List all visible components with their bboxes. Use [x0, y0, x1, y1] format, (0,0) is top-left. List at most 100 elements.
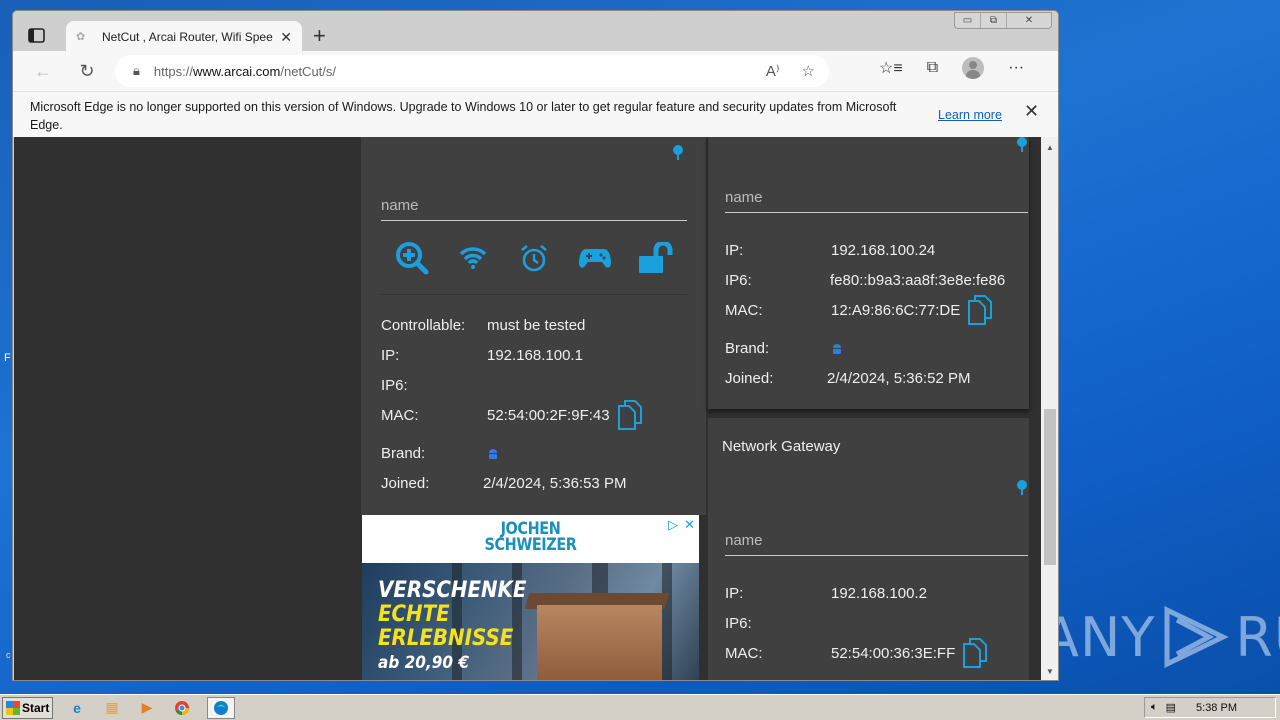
field-value: fe80::b9a3:aa8f:3e8e:fe86	[830, 272, 1006, 289]
pin-icon[interactable]	[673, 145, 683, 161]
more-menu-icon[interactable]: ···	[1008, 59, 1024, 77]
page-scrollbar[interactable]: ▲ ▼	[1041, 137, 1058, 680]
gamepad-icon[interactable]	[576, 241, 614, 275]
field-label: Controllable:	[381, 317, 466, 334]
field-ip6: IP6:	[725, 615, 831, 632]
field-value: must be tested	[487, 317, 586, 334]
device-name-input[interactable]: name	[381, 197, 687, 221]
field-label: MAC:	[381, 406, 419, 424]
field-value: 192.168.100.1	[487, 347, 583, 364]
field-mac: MAC: 12:A9:86:6C:77:DE	[725, 294, 996, 326]
lock-icon: 🔒︎	[133, 63, 140, 78]
scroll-up-arrow[interactable]: ▲	[1041, 139, 1058, 155]
android-icon	[489, 448, 497, 459]
field-ip6: IP6:	[381, 377, 487, 394]
add-favorite-icon[interactable]: ☆	[802, 62, 815, 80]
watermark-text-right: RUN	[1235, 605, 1280, 669]
edge-icon[interactable]	[207, 696, 235, 719]
field-label: Joined:	[725, 370, 774, 387]
scroll-down-arrow[interactable]: ▼	[1041, 663, 1058, 679]
network-icon[interactable]: ▤	[1166, 701, 1176, 714]
adchoices-icon[interactable]: ▷	[668, 517, 678, 533]
device-name-input[interactable]: name	[725, 189, 1028, 213]
close-tab-icon[interactable]: ✕	[280, 29, 292, 46]
scroll-thumb[interactable]	[1044, 409, 1056, 565]
zoom-in-icon[interactable]	[393, 241, 431, 275]
field-ip: IP: 192.168.100.2	[725, 585, 927, 602]
field-label: MAC:	[725, 644, 763, 662]
field-label: IP:	[725, 585, 744, 602]
unsupported-infobar: Microsoft Edge is no longer supported on…	[13, 91, 1058, 137]
pin-icon[interactable]	[1017, 137, 1027, 153]
clock[interactable]: 5:38 PM	[1196, 702, 1237, 714]
favorites-icon[interactable]: ☆≡	[879, 58, 903, 78]
ad-logo: JOCHEN SCHWEIZER	[484, 519, 577, 555]
copy-icon[interactable]	[961, 637, 991, 669]
field-value: 192.168.100.24	[831, 242, 936, 259]
copy-icon[interactable]	[616, 399, 646, 431]
ad-close-icon[interactable]: ✕	[684, 517, 695, 533]
device-card: name Controllable: must be tested IP: 192.…	[361, 137, 706, 515]
field-label: IP6:	[725, 615, 752, 632]
arcai-favicon-icon: ✿	[76, 31, 86, 43]
device-name-input[interactable]: name	[725, 532, 1028, 556]
field-mac: MAC: 52:54:00:2F:9F:43	[381, 399, 646, 431]
refresh-button[interactable]: ↻	[73, 57, 101, 85]
volume-icon[interactable]: 🔈︎	[1151, 701, 1158, 714]
field-value: 2/4/2024, 5:36:52 PM	[827, 370, 971, 387]
field-label: Brand:	[381, 445, 426, 462]
start-button[interactable]: Start	[2, 696, 53, 719]
profile-avatar[interactable]	[962, 57, 985, 79]
infobar-message: Microsoft Edge is no longer supported on…	[30, 100, 897, 132]
field-label: Brand:	[725, 340, 770, 357]
field-ip: IP: 192.168.100.1	[381, 347, 583, 364]
unlock-icon[interactable]	[637, 241, 675, 275]
field-label: IP:	[725, 242, 744, 259]
address-bar[interactable]: 🔒︎ https://www.arcai.com/netCut/s/ A⁾ ☆	[115, 55, 829, 87]
media-player-icon[interactable]: ▶	[137, 698, 157, 718]
chrome-icon[interactable]	[172, 698, 192, 718]
desktop-icon-label: c	[6, 650, 11, 660]
system-tray: 🔈︎ ▤ 5:38 PM	[1144, 697, 1276, 718]
field-label: MAC:	[725, 301, 763, 319]
file-explorer-icon[interactable]: ▦	[102, 698, 122, 718]
back-button[interactable]: ←	[29, 57, 57, 85]
collections-icon[interactable]: ⧉	[927, 59, 938, 77]
browser-toolbar: ← ↻ 🔒︎ https://www.arcai.com/netCut/s/ A…	[13, 51, 1058, 91]
advertisement[interactable]: JOCHEN SCHWEIZER ▷ ✕ VERSCHENKE ECHTE ERLE…	[362, 515, 699, 680]
field-value: 192.168.100.2	[831, 585, 927, 602]
taskbar: Start e ▦ ▶ 🔈︎ ▤ 5:38 PM	[0, 694, 1280, 720]
field-value: 52:54:00:2F:9F:43	[487, 406, 610, 424]
pin-icon[interactable]	[1017, 480, 1027, 496]
infobar-close-icon[interactable]: ✕	[1024, 102, 1039, 120]
new-tab-button[interactable]: +	[313, 23, 326, 49]
field-brand: Brand:	[725, 340, 843, 357]
url-host: www.arcai.com	[192, 63, 281, 79]
internet-explorer-icon[interactable]: e	[67, 698, 87, 718]
start-label: Start	[22, 700, 50, 715]
page-content: name Controllable: must be tested IP: 192.…	[14, 137, 1041, 680]
wifi-icon[interactable]	[454, 241, 492, 275]
field-label: IP6:	[725, 272, 752, 289]
field-ip: IP: 192.168.100.24	[725, 242, 935, 259]
learn-more-link[interactable]: Learn more	[938, 106, 1002, 124]
divider	[381, 294, 687, 295]
browser-tab[interactable]: ✿ NetCut , Arcai Router, Wifi Spee ✕	[66, 21, 302, 53]
url-path: /netCut/s/	[280, 63, 337, 79]
field-value: 52:54:00:36:3E:FF	[831, 644, 956, 662]
field-controllable: Controllable: must be tested	[381, 317, 585, 334]
field-mac: MAC: 52:54:00:36:3E:FF	[725, 637, 991, 669]
url-prefix: https://	[153, 63, 193, 79]
field-joined: Joined: 2/4/2024, 5:36:52 PM	[725, 370, 970, 387]
device-card: name IP: 192.168.100.24 IP6: fe80::b9a3:aa…	[708, 137, 1029, 409]
card-title: Network Gateway	[722, 438, 841, 455]
field-label: IP:	[381, 347, 400, 364]
alarm-icon[interactable]	[515, 241, 553, 275]
field-joined: Joined: 2/4/2024, 5:36:53 PM	[381, 475, 626, 492]
field-value: 12:A9:86:6C:77:DE	[831, 301, 961, 319]
tab-actions-icon[interactable]	[27, 27, 47, 45]
read-aloud-icon[interactable]: A⁾	[766, 62, 780, 80]
browser-window: ▭ ⧉ ✕ ✿ NetCut , Arcai Router, Wifi Spee…	[12, 10, 1059, 681]
field-label: Joined:	[381, 475, 430, 492]
copy-icon[interactable]	[966, 294, 996, 326]
